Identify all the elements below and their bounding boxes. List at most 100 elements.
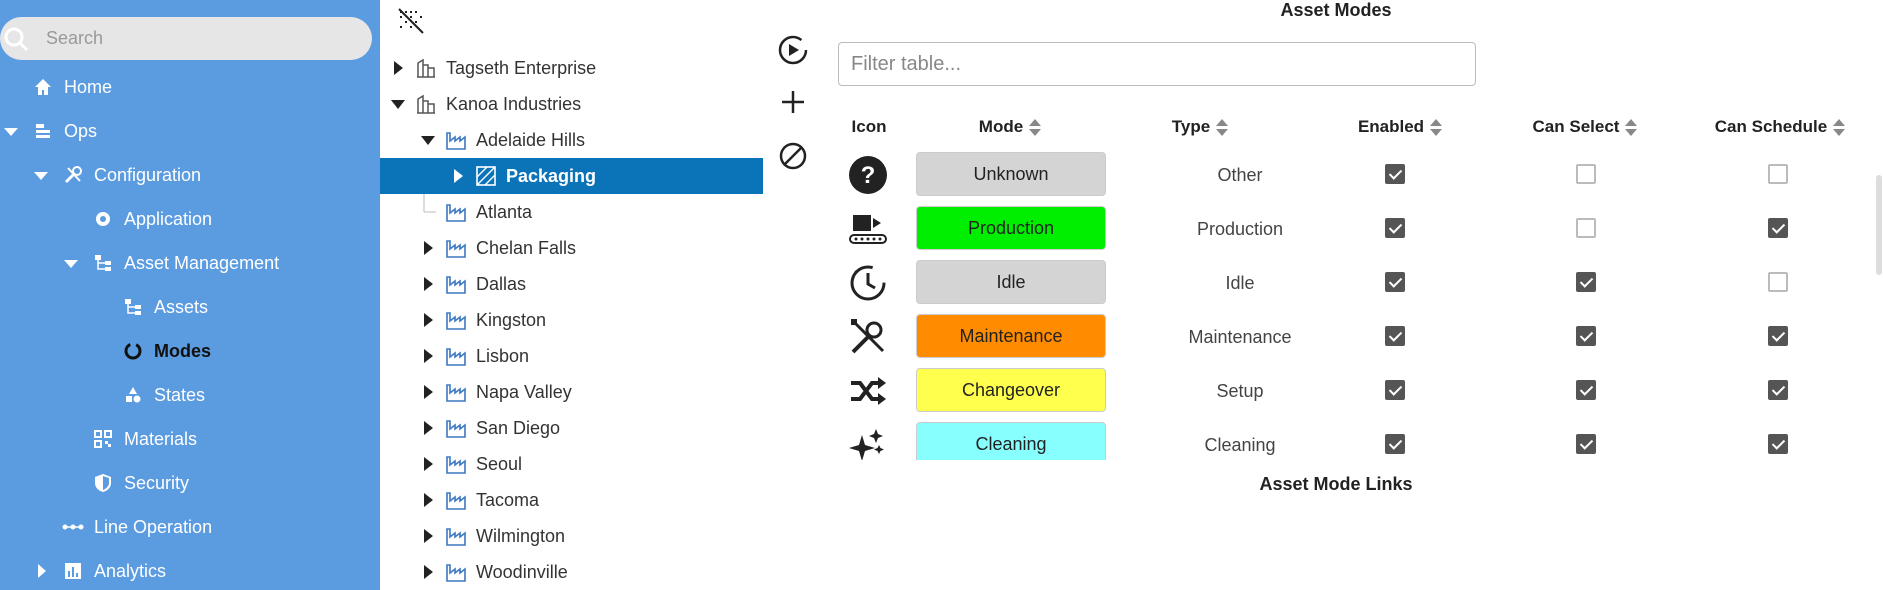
mode-badge: Production [916,206,1106,250]
ops-icon [32,120,54,142]
enabled-checkbox[interactable] [1385,434,1405,454]
tree-item-label: Wilmington [476,525,566,546]
chevron-right-icon[interactable] [390,60,406,76]
question-icon: ? [848,155,888,195]
tree-item-label: Tagseth Enterprise [446,57,597,78]
page-title: Asset Modes [1280,0,1392,20]
column-header-icon: Icon [851,117,887,136]
chevron-down-icon[interactable] [420,132,436,148]
table-row[interactable]: Maintenance Maintenance [838,310,1858,364]
shield-icon [92,472,114,494]
line-icon [62,516,84,538]
type-cell: Cleaning [1204,434,1276,455]
nav-label: Ops [64,120,98,141]
type-cell: Idle [1225,272,1255,293]
table-row[interactable]: Idle Idle [838,256,1858,310]
type-cell: Production [1196,218,1284,239]
can-schedule-checkbox[interactable] [1768,272,1788,292]
shuffle-icon [848,371,888,411]
svg-text:?: ? [861,162,876,189]
tree-item[interactable]: Wilmington [380,518,763,554]
factory-icon [444,524,468,548]
can-schedule-checkbox[interactable] [1768,326,1788,346]
chevron-down-icon[interactable] [390,96,406,112]
column-header-type[interactable]: Type [1130,115,1270,139]
table-row[interactable]: Cleaning Cleaning [838,418,1858,460]
enabled-checkbox[interactable] [1385,164,1405,184]
modes-table: ? Unknown Other Production Production Id… [0,148,1883,460]
timer-icon [848,263,888,303]
can-schedule-checkbox[interactable] [1768,164,1788,184]
sort-icon[interactable] [1833,118,1846,136]
can-select-checkbox[interactable] [1576,164,1596,184]
sparkle-icon [848,425,888,460]
tree-item[interactable]: Tacoma [380,482,763,518]
nav-home[interactable]: Home [32,72,112,102]
nav-label: Security [124,472,190,493]
factory-icon [444,560,468,584]
mode-badge: Maintenance [916,314,1106,358]
search-input[interactable] [44,27,348,50]
search-icon [4,27,29,51]
collapse-all-icon[interactable] [396,6,426,36]
can-select-checkbox[interactable] [1576,218,1596,238]
building-icon [414,92,438,116]
type-cell: Maintenance [1188,326,1292,347]
run-icon[interactable] [775,32,811,68]
nav-analytics[interactable]: Analytics [34,556,166,586]
type-cell: Setup [1216,380,1264,401]
mode-badge: Idle [916,260,1106,304]
chart-icon [62,560,84,582]
enabled-checkbox[interactable] [1385,218,1405,238]
nav-ops[interactable]: Ops [4,116,97,146]
column-header-enabled[interactable]: Enabled [1325,115,1475,139]
can-schedule-checkbox[interactable] [1768,380,1788,400]
factory-icon [444,488,468,512]
column-header-mode[interactable]: Mode [940,115,1080,139]
search-box[interactable] [0,17,372,60]
mode-badge: Unknown [916,152,1106,196]
sort-icon[interactable] [1625,118,1638,136]
mode-badge: Changeover [916,368,1106,412]
table-row[interactable]: ? Unknown Other [838,148,1858,202]
can-select-checkbox[interactable] [1576,272,1596,292]
section-title: Asset Mode Links [1259,474,1413,494]
type-cell: Other [1217,164,1263,185]
can-schedule-checkbox[interactable] [1768,434,1788,454]
column-header-can-select[interactable]: Can Select [1510,115,1660,139]
enabled-checkbox[interactable] [1385,326,1405,346]
nav-security[interactable]: Security [92,468,189,498]
table-row[interactable]: Production Production [838,202,1858,256]
nav-label: Analytics [94,560,167,581]
scrollbar[interactable] [1876,175,1882,275]
nav-line-operation[interactable]: Line Operation [62,512,212,542]
chevron-right-icon[interactable] [420,528,436,544]
can-select-checkbox[interactable] [1576,326,1596,346]
tree-item-label: Kanoa Industries [446,93,582,114]
tree-item[interactable]: Kanoa Industries [380,86,763,122]
tree-item-label: Woodinville [476,561,568,582]
add-icon[interactable] [775,84,811,120]
can-schedule-checkbox[interactable] [1768,218,1788,238]
chevron-right-icon[interactable] [420,492,436,508]
filter-input[interactable] [838,42,1476,86]
table-row[interactable]: Changeover Setup [838,364,1858,418]
sort-icon[interactable] [1430,118,1443,136]
can-select-checkbox[interactable] [1576,434,1596,454]
conveyor-icon [848,209,888,249]
enabled-checkbox[interactable] [1385,272,1405,292]
enabled-checkbox[interactable] [1385,380,1405,400]
chevron-right-icon[interactable] [420,564,436,580]
chevron-down-icon[interactable] [4,124,18,138]
sort-icon[interactable] [1216,118,1229,136]
tree-item-label: Tacoma [476,489,540,510]
mode-badge: Cleaning [916,422,1106,460]
building-icon [414,56,438,80]
chevron-right-icon[interactable] [34,564,48,578]
column-header-can-schedule[interactable]: Can Schedule [1700,115,1860,139]
wrench-icon [848,317,888,357]
tree-item[interactable]: Tagseth Enterprise [380,50,763,86]
tree-item[interactable]: Woodinville [380,554,763,590]
can-select-checkbox[interactable] [1576,380,1596,400]
sort-icon[interactable] [1029,118,1042,136]
